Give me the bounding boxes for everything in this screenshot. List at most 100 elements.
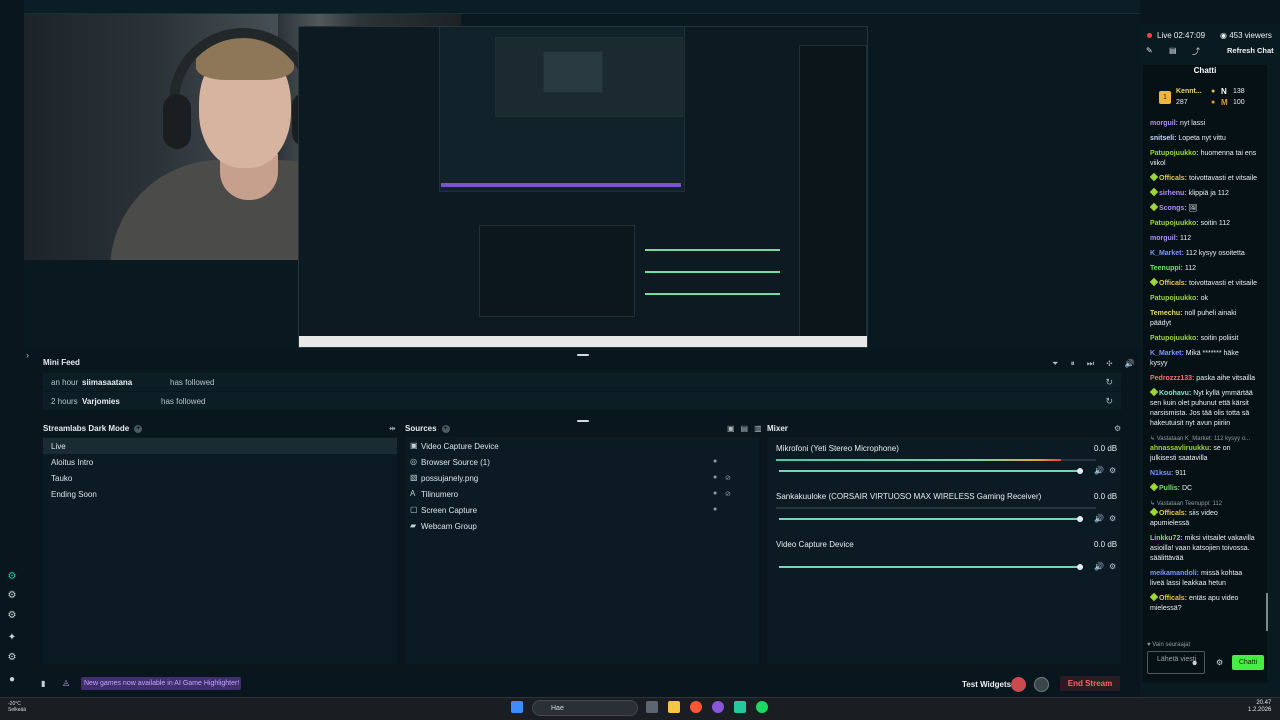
chat-username[interactable]: Scongs: bbox=[1159, 205, 1187, 212]
volume-slider-knob[interactable] bbox=[1077, 516, 1083, 522]
chat-message: morguil: 112 bbox=[1150, 234, 1258, 244]
share-icon[interactable]: ⤴ bbox=[1192, 46, 1200, 57]
source-item[interactable]: ▰ Webcam Group bbox=[410, 518, 740, 534]
replay-buffer-button[interactable] bbox=[1034, 677, 1049, 692]
chat-username[interactable]: morguil: bbox=[1150, 235, 1178, 242]
expand-panel-chevron-icon[interactable]: › bbox=[26, 350, 29, 360]
chat-username[interactable]: snitseli: bbox=[1150, 135, 1176, 142]
visibility-icon[interactable]: ⊘ bbox=[725, 490, 731, 498]
source-item[interactable]: ◎ Browser Source (1) ● bbox=[410, 454, 740, 470]
chat-input[interactable]: Lähetä viesti ☻ bbox=[1147, 651, 1205, 674]
alerts-icon[interactable]: ⚙ bbox=[6, 610, 18, 622]
promo-banner[interactable]: New games now available in AI Game Highl… bbox=[81, 677, 241, 690]
lock-icon[interactable]: ● bbox=[713, 474, 717, 481]
chat-username[interactable]: Patupojuukko: bbox=[1150, 335, 1199, 342]
source-item[interactable]: ▢ Screen Capture ● bbox=[410, 502, 740, 518]
dashboard-icon[interactable]: ⚙ bbox=[6, 571, 18, 583]
chat-username[interactable]: Temechu: bbox=[1150, 310, 1183, 317]
emoji-icon[interactable]: ☻ bbox=[1191, 660, 1198, 668]
chat-username[interactable]: Patupojuukko: bbox=[1150, 220, 1199, 227]
add-scene-icon[interactable]: + bbox=[134, 425, 143, 433]
task-view-icon[interactable] bbox=[646, 701, 658, 713]
chat-send-button[interactable]: Chatti bbox=[1232, 655, 1264, 670]
weather-widget[interactable]: -20°C Selkeää bbox=[8, 701, 26, 713]
volume-slider-knob[interactable] bbox=[1077, 564, 1083, 570]
volume-slider[interactable] bbox=[779, 516, 1083, 522]
lock-icon[interactable]: ● bbox=[713, 458, 717, 465]
spotify-icon[interactable] bbox=[756, 701, 768, 713]
discord-icon[interactable] bbox=[712, 701, 724, 713]
scene-transition-icon[interactable]: ⇹ bbox=[389, 424, 396, 433]
chat-username[interactable]: Koohavu: bbox=[1159, 390, 1191, 397]
scene-break[interactable]: Tauko bbox=[43, 470, 397, 486]
chat-username[interactable]: Teenuppi: bbox=[1150, 265, 1183, 272]
minifeed-controls[interactable]: ⏷ ⏸ ⏭ ✣ 🔊 bbox=[1052, 359, 1140, 369]
stats-icon[interactable]: ▮ bbox=[41, 679, 45, 688]
chat-message: N1ksu: 911 bbox=[1150, 469, 1258, 479]
clipboard-icon[interactable]: ▤ bbox=[1169, 46, 1177, 55]
chat-username[interactable]: sirhenu: bbox=[1159, 190, 1187, 197]
streamlabs-taskbar-icon[interactable] bbox=[734, 701, 746, 713]
taskbar-clock[interactable]: 20.47 1.2.2026 bbox=[1248, 700, 1271, 714]
chat-username[interactable]: Officals: bbox=[1159, 175, 1187, 182]
mixer-channel-controls[interactable]: 🔊⚙ bbox=[1094, 514, 1121, 523]
chat-username[interactable]: N1ksu: bbox=[1150, 470, 1173, 477]
ai-highlighter-icon[interactable]: ◬ bbox=[63, 678, 69, 687]
start-menu-icon[interactable] bbox=[511, 701, 523, 713]
lock-icon[interactable]: ● bbox=[713, 506, 717, 513]
chat-username[interactable]: Officals: bbox=[1159, 510, 1187, 517]
chat-text: toivottavasti et vitsaile bbox=[1187, 175, 1258, 182]
chat-username[interactable]: Officals: bbox=[1159, 280, 1187, 287]
profile-icon[interactable]: ● bbox=[6, 674, 18, 686]
chat-username[interactable]: Pullis: bbox=[1159, 485, 1180, 492]
scene-intro[interactable]: Aloitus Intro bbox=[43, 454, 397, 470]
chat-leaderboard[interactable]: 1 Kennt... 287 ● N 138 ● M 100 bbox=[1155, 85, 1256, 113]
scene-collection-name[interactable]: Streamlabs Dark Mode bbox=[43, 424, 129, 433]
chat-username[interactable]: meikamandoli: bbox=[1150, 570, 1199, 577]
dock-resize-handle[interactable] bbox=[577, 420, 589, 422]
feed-action: has followed bbox=[170, 378, 215, 387]
volume-slider[interactable] bbox=[779, 564, 1083, 570]
sources-title: Sources bbox=[405, 424, 437, 433]
volume-slider[interactable] bbox=[779, 468, 1083, 474]
add-source-icon[interactable]: + bbox=[441, 425, 450, 433]
scene-ending[interactable]: Ending Soon bbox=[43, 486, 397, 502]
chat-username[interactable]: K_Market: bbox=[1150, 250, 1184, 257]
chat-username[interactable]: Pedrozzz133: bbox=[1150, 375, 1194, 382]
repeat-alert-icon[interactable]: ↻ bbox=[1105, 396, 1113, 407]
file-explorer-icon[interactable] bbox=[668, 701, 680, 713]
source-item[interactable]: ▣ Video Capture Device bbox=[410, 438, 740, 454]
mixer-settings-gear-icon[interactable]: ⚙ bbox=[1114, 424, 1121, 433]
minifeed-resize-handle[interactable] bbox=[577, 354, 589, 356]
taskbar-search[interactable]: Hae bbox=[532, 700, 638, 716]
scene-live[interactable]: Live bbox=[43, 438, 397, 454]
repeat-alert-icon[interactable]: ↻ bbox=[1105, 377, 1113, 388]
test-widgets-button[interactable]: Test Widgets bbox=[962, 680, 1011, 689]
lock-icon[interactable]: ● bbox=[713, 490, 717, 497]
mixer-channel-controls[interactable]: 🔊⚙ bbox=[1094, 562, 1121, 571]
end-stream-button[interactable]: End Stream bbox=[1060, 676, 1120, 691]
source-item[interactable]: ▧ possujanely.png ● ⊘ bbox=[410, 470, 740, 486]
mixer-channel-db: 0.0 dB bbox=[1094, 444, 1118, 453]
editor-icon[interactable]: ⚙ bbox=[6, 590, 18, 602]
firefox-icon[interactable] bbox=[690, 701, 702, 713]
chat-username[interactable]: ahnassavliruukku: bbox=[1150, 445, 1211, 452]
chat-username[interactable]: Patupojuukko: bbox=[1150, 150, 1199, 157]
chat-username[interactable]: morguil: bbox=[1150, 120, 1178, 127]
chat-username[interactable]: Patupojuukko: bbox=[1150, 295, 1199, 302]
chat-scrollbar[interactable] bbox=[1266, 593, 1268, 631]
refresh-chat-button[interactable]: Refresh Chat bbox=[1227, 46, 1274, 55]
record-button[interactable] bbox=[1011, 677, 1026, 692]
chat-username[interactable]: K_Market: bbox=[1150, 350, 1184, 357]
chat-username[interactable]: Linkku72: bbox=[1150, 535, 1183, 542]
source-tools-icons[interactable]: ▣▤▥ bbox=[727, 424, 768, 433]
volume-slider-knob[interactable] bbox=[1077, 468, 1083, 474]
theme-icon[interactable]: ✦ bbox=[6, 632, 18, 644]
mixer-channel-controls[interactable]: 🔊⚙ bbox=[1094, 466, 1121, 475]
chat-username[interactable]: Officals: bbox=[1159, 595, 1187, 602]
edit-icon[interactable]: ✎ bbox=[1146, 46, 1153, 55]
chat-settings-gear-icon[interactable]: ⚙ bbox=[1216, 658, 1223, 667]
settings-icon[interactable]: ⚙ bbox=[6, 652, 18, 664]
source-item[interactable]: A Tilinumero ● ⊘ bbox=[410, 486, 740, 502]
visibility-icon[interactable]: ⊘ bbox=[725, 474, 731, 482]
